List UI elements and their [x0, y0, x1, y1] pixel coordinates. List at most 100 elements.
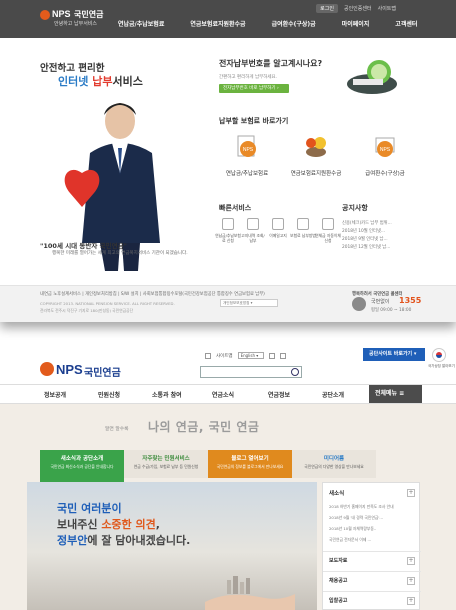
all-menu-button[interactable]: 전체메뉴 ≡	[369, 385, 422, 403]
search-input[interactable]	[200, 366, 302, 378]
quick-item-autopay[interactable]: 연체금 자동이체 신청	[315, 218, 341, 243]
banner-text: ,	[155, 518, 160, 531]
svg-text:NPS: NPS	[380, 147, 391, 153]
service-pension-premium[interactable]: NPS 연납금/추납보험료	[212, 134, 282, 177]
gnb-item-pension-premium[interactable]: 연납금/추납보험료	[118, 19, 164, 28]
footer-links[interactable]: 내연금 노후설계서비스 | 개인정보처리방침 | S/W 설치 | 사회보험통합…	[40, 291, 265, 297]
hero-headline-b: 납부	[92, 75, 113, 88]
gnb-item-support-refund[interactable]: 연금보험료지원환수금	[190, 19, 245, 28]
footer-select[interactable]: 개인정보보호방침 ▾	[220, 299, 278, 307]
gnb-item-customer-center[interactable]: 고객센터	[395, 19, 417, 28]
form-icon	[222, 218, 234, 230]
top-header: NPS 국민연금 안녕하고 납부서비스 로그인 공인인증센터 사이트맵 연납금/…	[0, 0, 456, 38]
banner-text: 에 잘 담아내겠습니다.	[87, 534, 191, 547]
service-support-refund[interactable]: 연금보험료지원환수금	[281, 134, 351, 177]
divider	[323, 571, 421, 572]
news-more-button[interactable]: +	[407, 489, 415, 497]
search-icon[interactable]	[291, 368, 299, 376]
nps-logo[interactable]: NPS 국민연금 안녕하고 납부서비스	[40, 8, 110, 28]
quick-item-email[interactable]: 이메일고지	[265, 218, 291, 238]
autopay-icon	[322, 218, 334, 230]
sitemap-link[interactable]: 사이트맵	[216, 353, 233, 359]
tab-frequent-services[interactable]: 자주찾는 민원서비스 연금 수급/가입, 보험료 납부 등 민원신청	[124, 450, 208, 478]
tab-news-about[interactable]: 새소식과 공단소개 국민연금 최신소식과 공단을 안내합니다	[40, 450, 124, 482]
nav-about[interactable]: 공단소개	[322, 390, 344, 399]
font-larger-icon[interactable]	[268, 352, 275, 359]
logo-kr: 국민연금	[84, 368, 121, 379]
quick-label: 고지내역 조회/납부	[241, 233, 265, 243]
bid-title[interactable]: 입찰공고	[329, 597, 347, 604]
footer-copyright: COPYRIGHT 2013. NATIONAL PENSION SERVICE…	[40, 301, 175, 306]
call-center-hours: 평일 09:00 ~ 18:00	[371, 308, 412, 313]
news-item[interactable]: 2018 하반기 홈페이지 만족도 조사 안내	[329, 504, 415, 510]
nav-info-disclosure[interactable]: 정보공개	[44, 390, 66, 399]
site-shortcut-button[interactable]: 공단사이트 바로가기 ▾	[363, 348, 425, 361]
nps-main-logo[interactable]: NPS 국민연금	[40, 360, 130, 380]
gnb-item-mypage[interactable]: 마이페이지	[342, 19, 370, 28]
recruit-more-button[interactable]: +	[407, 577, 415, 585]
footer-address: 전라북도 전주시 덕진구 기지로 180(만성동) 국민연금공단	[40, 308, 134, 313]
press-release-title[interactable]: 보도자료	[329, 557, 347, 564]
tab-subtitle: 국민연금의 정보를 블로그에서 만나보세요	[216, 464, 284, 469]
notice-item[interactable]: 신용(체크)카드 납부 범위...	[342, 220, 412, 228]
hero-headline-c: 서비스	[112, 75, 143, 88]
notice-item[interactable]: 2018년 9월 인터넷 납...	[342, 236, 412, 244]
notice-item[interactable]: 2018년 10월 인터넷...	[342, 228, 412, 236]
gnb-item-benefit-refund[interactable]: 급여환수(구상)금	[272, 19, 316, 28]
quick-item-apply[interactable]: 연납금/추납보험료 신청	[215, 218, 241, 243]
nav-civil-petition[interactable]: 민원신청	[98, 390, 120, 399]
nav-communication[interactable]: 소통과 참여	[152, 390, 182, 399]
news-sidebar: 새소식 + 2018 하반기 홈페이지 만족도 조사 안내 2018년 9월 '…	[322, 482, 421, 610]
nps-coin-icon: NPS	[375, 137, 395, 157]
banner-highlight: 국민 여러분	[57, 502, 112, 515]
tab-media-room[interactable]: 미디어룸 국민연금의 다양한 영상을 만나보세요	[292, 450, 376, 478]
tab-title: 블로그 열어보기	[231, 456, 269, 462]
news-item[interactable]: 2018년 10월 자체역량부동..	[329, 526, 415, 532]
call-center-prefix: 국번없이	[371, 299, 390, 305]
quick-item-billing[interactable]: 고지내역 조회/납부	[240, 218, 266, 243]
hero-copy: 안전하고 편리한	[40, 63, 105, 74]
cert-center-link[interactable]: 공인인증센터	[344, 5, 372, 12]
banner-line-2: 보내주신 소중한 의견,	[57, 516, 160, 532]
press-more-button[interactable]: +	[407, 557, 415, 565]
national-symbol-label: 국가상징 알아보기	[428, 364, 455, 368]
slogan-prefix: 알면 알수록	[105, 427, 129, 432]
banner-highlight: 소중한 의견	[101, 518, 156, 531]
main-visual: 알면 알수록 나의 연금, 국민 연금 새소식과 공단소개 국민연금 최신소식과…	[0, 404, 456, 610]
nps-logo-mark-icon	[40, 362, 54, 376]
sitemap-link[interactable]: 사이트맵	[378, 5, 396, 12]
notice-item[interactable]: 2018년 12월 인터넷 납...	[342, 244, 412, 252]
global-nav: 연납금/추납보험료 연금보험료지원환수금 급여환수(구상)금 마이페이지 고객센…	[118, 19, 417, 28]
tab-title: 미디어룸	[323, 456, 345, 462]
quick-item-method[interactable]: 보험료 납부방법	[290, 218, 316, 238]
banner-text: 이	[111, 502, 122, 515]
service-label: 연납금/추납보험료	[225, 171, 269, 177]
divider	[323, 591, 421, 592]
language-select[interactable]: English ▾	[237, 352, 264, 359]
news-item[interactable]: 2018년 9월 '내 경력 국민연금'...	[329, 515, 415, 521]
font-smaller-icon[interactable]	[279, 352, 286, 359]
email-icon	[272, 218, 284, 230]
divider	[323, 551, 421, 552]
utility-menu: 로그인 공인인증센터 사이트맵	[316, 4, 396, 13]
hero-headline: 인터넷 납부서비스	[58, 73, 143, 89]
service-benefit-refund[interactable]: NPS 급여환수(구상)금	[350, 134, 420, 177]
main-banner[interactable]: 국민 여러분이 보내주신 소중한 의견, 정부안에 잘 담아내겠습니다.	[27, 482, 317, 610]
tab-title: 새소식과 공단소개	[60, 456, 104, 462]
home-icon[interactable]	[205, 352, 211, 359]
notice-list: 신용(체크)카드 납부 범위... 2018년 10월 인터넷... 2018년…	[342, 220, 412, 252]
national-flag-icon[interactable]	[432, 348, 446, 362]
logo-slogan: 안녕하고 납부서비스	[54, 21, 97, 27]
logo-en: NPS	[56, 362, 83, 377]
nav-pension-info[interactable]: 연금정보	[268, 390, 290, 399]
nav-pension-news[interactable]: 연금소식	[212, 390, 234, 399]
e-payment-button[interactable]: 전자납부번호 바로 납부하기 ›	[219, 84, 289, 93]
calendar-icon	[247, 218, 259, 230]
recruit-title[interactable]: 채용공고	[329, 577, 347, 584]
tab-blog[interactable]: 블로그 열어보기 국민연금의 정보를 블로그에서 만나보세요	[208, 450, 292, 478]
login-button[interactable]: 로그인	[316, 4, 338, 13]
slogan: 나의 연금, 국민 연금	[148, 420, 260, 434]
news-item[interactable]: 국민연금 전자문서 이제 ...	[329, 537, 415, 543]
top-main: 안전하고 편리한 인터넷 납부서비스 "100세 시대 동반자 국민연금" 행복…	[0, 38, 456, 285]
bid-more-button[interactable]: +	[407, 597, 415, 605]
